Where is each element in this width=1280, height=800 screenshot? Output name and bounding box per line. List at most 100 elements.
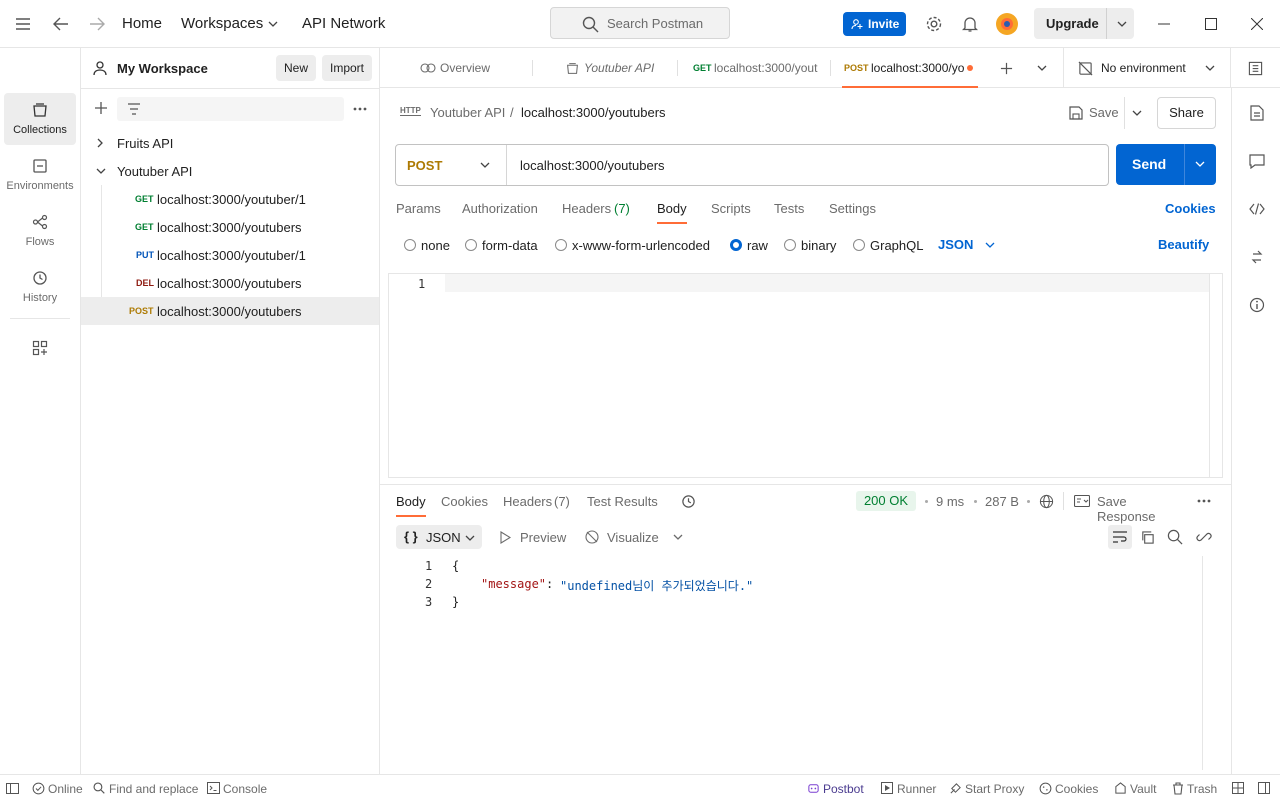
avatar[interactable]: [994, 11, 1020, 37]
chevron-down-icon[interactable]: [267, 18, 279, 30]
tab-overview[interactable]: Overview: [410, 48, 530, 88]
rail-item-environments[interactable]: Environments: [4, 149, 76, 201]
format-select[interactable]: JSON: [938, 237, 973, 252]
chevron-down-icon[interactable]: [1036, 63, 1048, 73]
minimize-icon[interactable]: [1156, 16, 1172, 32]
search-icon[interactable]: [1166, 528, 1184, 546]
collection-youtuber-api[interactable]: Youtuber API: [81, 157, 379, 185]
rail-item-history[interactable]: History: [4, 261, 76, 313]
vault-button[interactable]: Vault: [1130, 782, 1156, 796]
plus-icon[interactable]: [93, 100, 109, 116]
chevron-down-icon[interactable]: [1116, 18, 1128, 30]
tab-scripts[interactable]: Scripts: [711, 201, 751, 216]
nav-workspaces[interactable]: Workspaces: [181, 15, 263, 32]
toggle-sidebar-icon[interactable]: [5, 781, 19, 795]
tab-collection[interactable]: Youtuber API: [555, 48, 675, 88]
trash-button[interactable]: Trash: [1187, 782, 1217, 796]
wrap-lines-icon[interactable]: [1108, 525, 1132, 549]
runner-button[interactable]: Runner: [897, 782, 936, 796]
layout-grid-icon[interactable]: [1231, 781, 1245, 795]
start-proxy-button[interactable]: Start Proxy: [965, 782, 1024, 796]
save-button[interactable]: Save: [1064, 97, 1124, 129]
apps-grid-icon[interactable]: [31, 339, 49, 357]
online-status[interactable]: Online: [48, 782, 83, 796]
help-icon[interactable]: [1257, 781, 1271, 795]
plus-icon[interactable]: [999, 61, 1013, 75]
comments-icon[interactable]: [1248, 152, 1266, 170]
tab-body[interactable]: Body: [657, 201, 687, 216]
history-icon[interactable]: [680, 493, 696, 509]
rail-item-collections[interactable]: Collections: [4, 93, 76, 145]
status-badge[interactable]: 200 OK: [856, 491, 916, 511]
chevron-down-icon[interactable]: [1204, 63, 1216, 73]
editor-scrollbar[interactable]: [1209, 274, 1210, 477]
breadcrumb-parent[interactable]: Youtuber API: [430, 105, 505, 120]
find-replace-button[interactable]: Find and replace: [109, 782, 198, 796]
invite-button[interactable]: Invite: [843, 12, 906, 36]
postbot-button[interactable]: Postbot: [823, 782, 864, 796]
environment-quicklook-icon[interactable]: [1247, 60, 1263, 76]
save-response-button[interactable]: Save Response: [1074, 490, 1188, 524]
maximize-icon[interactable]: [1203, 16, 1219, 32]
related-collections-icon[interactable]: [1248, 248, 1266, 266]
more-options-icon[interactable]: [1196, 497, 1212, 505]
more-options-icon[interactable]: [352, 102, 368, 116]
response-tab-cookies[interactable]: Cookies: [441, 494, 488, 509]
response-size[interactable]: 287 B: [985, 494, 1019, 509]
copy-icon[interactable]: [1138, 528, 1156, 546]
request-item-selected[interactable]: POST localhost:3000/youtubers: [81, 297, 379, 325]
share-button[interactable]: Share: [1157, 97, 1216, 129]
chevron-down-icon[interactable]: [1194, 159, 1206, 169]
response-tab-body[interactable]: Body: [396, 494, 426, 509]
info-icon[interactable]: [1248, 296, 1266, 314]
nav-home[interactable]: Home: [122, 15, 162, 32]
preview-button[interactable]: Preview: [498, 525, 572, 549]
gear-icon[interactable]: [924, 14, 944, 34]
breadcrumb-current[interactable]: localhost:3000/youtubers: [521, 105, 666, 120]
response-time[interactable]: 9 ms: [936, 494, 964, 509]
method-select[interactable]: POST: [407, 158, 442, 173]
search-input[interactable]: Search Postman: [550, 7, 730, 39]
tab-get-request[interactable]: GET localhost:3000/yout: [685, 48, 825, 88]
tab-post-request-active[interactable]: POST localhost:3000/yo: [838, 48, 978, 88]
tab-authorization[interactable]: Authorization: [462, 201, 538, 216]
forward-arrow-icon[interactable]: [88, 15, 106, 33]
send-button[interactable]: Send: [1116, 144, 1216, 185]
response-format-select[interactable]: { } JSON: [396, 525, 482, 549]
request-item[interactable]: GET localhost:3000/youtubers: [81, 213, 379, 241]
tab-tests[interactable]: Tests: [774, 201, 804, 216]
visualize-button[interactable]: Visualize: [584, 525, 664, 549]
upgrade-button[interactable]: Upgrade: [1034, 8, 1134, 39]
bell-icon[interactable]: [960, 14, 980, 34]
response-tab-test-results[interactable]: Test Results: [587, 494, 658, 509]
link-icon[interactable]: [1195, 528, 1213, 546]
tab-headers[interactable]: Headers: [562, 201, 611, 216]
close-icon[interactable]: [1249, 16, 1265, 32]
response-tab-headers[interactable]: Headers: [503, 494, 552, 509]
request-item[interactable]: DEL localhost:3000/youtubers: [81, 269, 379, 297]
code-icon[interactable]: [1248, 200, 1266, 218]
filter-input[interactable]: [117, 97, 344, 121]
response-body-viewer[interactable]: 1 2 3 { "message" : "undefined님이 추가되었습니다…: [388, 556, 1204, 770]
chevron-down-icon[interactable]: [1131, 108, 1143, 118]
console-button[interactable]: Console: [223, 782, 267, 796]
chevron-down-icon[interactable]: [672, 532, 684, 542]
chevron-down-icon[interactable]: [479, 160, 491, 170]
environment-selector[interactable]: No environment: [1101, 61, 1186, 75]
request-body-editor[interactable]: 1: [388, 273, 1223, 478]
menu-icon[interactable]: [14, 15, 32, 33]
cookies-button[interactable]: Cookies: [1055, 782, 1098, 796]
collection-fruits-api[interactable]: Fruits API: [81, 129, 379, 157]
nav-api-network[interactable]: API Network: [302, 15, 385, 32]
cookies-link[interactable]: Cookies: [1165, 201, 1216, 216]
rail-item-flows[interactable]: Flows: [4, 205, 76, 257]
tab-settings[interactable]: Settings: [829, 201, 876, 216]
documentation-icon[interactable]: [1248, 104, 1266, 122]
tab-params[interactable]: Params: [396, 201, 441, 216]
globe-icon[interactable]: [1038, 493, 1054, 509]
request-item[interactable]: GET localhost:3000/youtuber/1: [81, 185, 379, 213]
new-button[interactable]: New: [276, 55, 316, 81]
chevron-down-icon[interactable]: [984, 240, 996, 250]
workspace-name[interactable]: My Workspace: [117, 61, 208, 76]
viewer-scrollbar[interactable]: [1202, 556, 1203, 770]
